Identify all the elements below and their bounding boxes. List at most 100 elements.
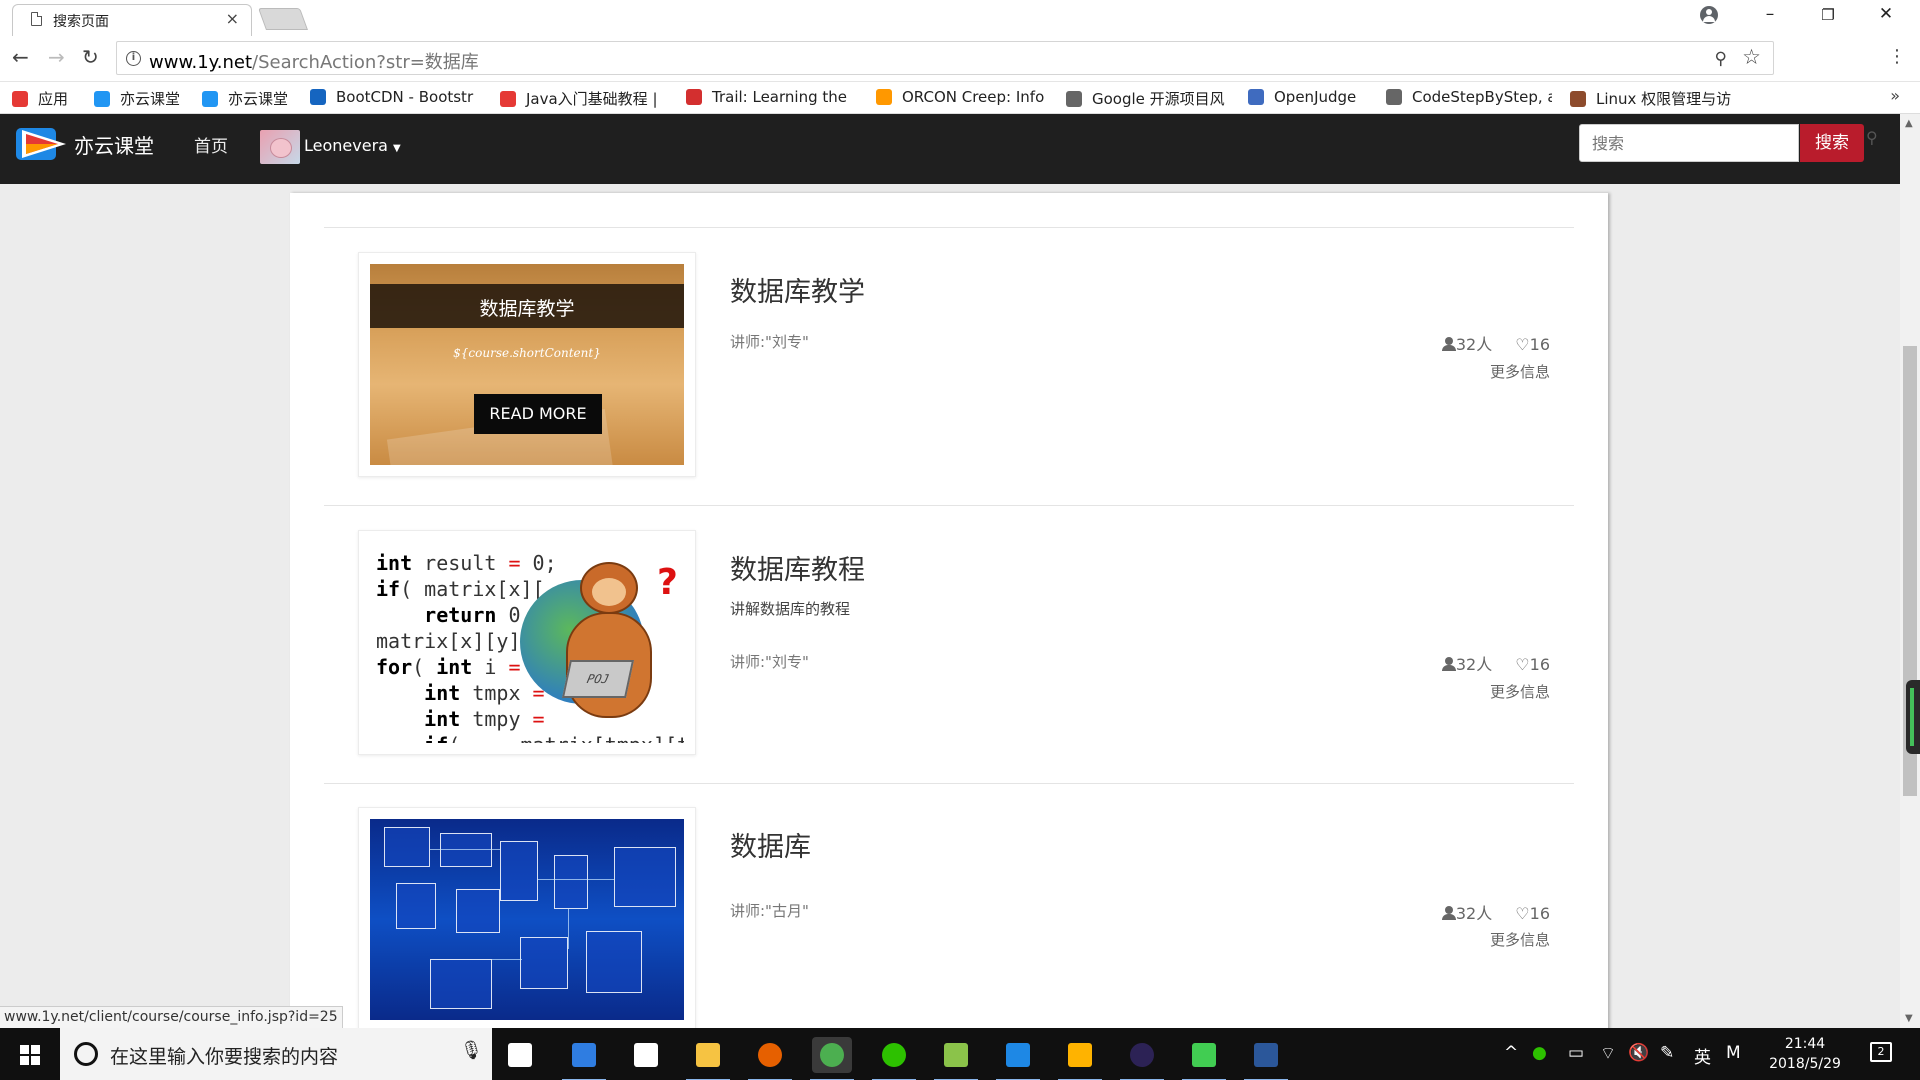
address-bar[interactable]: i www.1y.net/SearchAction?str=数据库 ⚲ ☆ [116,41,1774,75]
er-link-line [538,879,614,880]
firefox-icon[interactable] [748,1037,792,1080]
scroll-up-arrow-icon[interactable]: ▲ [1905,118,1913,129]
nav-home-link[interactable]: 首页 [194,132,228,157]
course-stats: 32人 ♡16 [1441,331,1550,355]
course-thumbnail-image[interactable]: 数据库教学 ${course.shortContent} READ MORE [370,264,684,465]
more-info-link[interactable]: 更多信息 [1490,361,1550,382]
new-tab-button[interactable] [257,8,309,30]
page-scrollbar[interactable]: ▲ ▼ [1900,114,1920,1028]
wechat-icon[interactable] [872,1037,916,1080]
taskbar-clock[interactable]: 21:44 2018/5/29 [1760,1034,1850,1074]
reload-icon[interactable]: ↻ [82,45,99,69]
file-explorer-icon[interactable] [686,1037,730,1080]
bookmarks-overflow-icon[interactable]: » [1890,86,1900,105]
yiyun-logo-icon [94,91,110,107]
more-info-link[interactable]: 更多信息 [1490,929,1550,950]
bookmark-item[interactable]: Linux 权限管理与访 [1570,88,1750,108]
wifi-icon[interactable]: ⌔ [1600,1043,1616,1064]
battery-icon[interactable]: ▭ [1568,1043,1584,1063]
minimize-button[interactable]: – [1742,4,1798,24]
bookmark-item[interactable]: BootCDN - Bootstr [310,88,482,108]
forward-arrow-icon[interactable]: → [48,45,65,69]
browser-titlebar: 搜索页面 × – ❐ ✕ [0,0,1920,36]
bookmark-item[interactable]: 亦云课堂 [202,88,302,108]
devcpp-icon[interactable] [996,1037,1040,1080]
taskbar-search-placeholder[interactable]: 在这里输入你要搜索的内容 [110,1042,338,1069]
eclipse-icon[interactable] [1120,1037,1164,1080]
volume-muted-icon[interactable]: 🔇 [1628,1043,1649,1063]
cortana-icon[interactable] [74,1042,98,1066]
browser-menu-icon[interactable]: ⋮ [1888,46,1906,67]
user-menu-toggle[interactable]: Leonevera ▼ [304,136,401,155]
bookmark-item[interactable]: Java入门基础教程 | [500,88,670,108]
heart-icon[interactable]: ♡ [1515,655,1529,674]
tray-expand-icon[interactable]: ^ [1504,1043,1518,1063]
account-icon[interactable] [1700,6,1718,24]
bookmark-item[interactable]: CodeStepByStep, a [1386,88,1552,108]
er-table-shape [440,833,492,867]
word-icon[interactable] [1244,1037,1288,1080]
url-text[interactable]: www.1y.net/SearchAction?str=数据库 [149,48,479,74]
wechat-tray-icon[interactable]: ● [1532,1043,1547,1063]
heart-icon[interactable]: ♡ [1515,904,1529,923]
edge-icon[interactable] [562,1037,606,1080]
action-center-icon[interactable]: 2 [1870,1042,1892,1062]
qt-icon[interactable] [1182,1037,1226,1080]
tab-close-button[interactable]: × [226,9,239,28]
course-thumbnail-image[interactable] [370,819,684,1020]
course-stats: 32人 ♡16 [1441,900,1550,924]
course-teacher: 讲师:"刘专" [730,333,809,351]
course-title[interactable]: 数据库教程 [730,548,865,587]
restore-button[interactable]: ❐ [1800,6,1856,24]
course-thumbnail-image[interactable]: int result = 0; if( matrix[x][ return 0 … [370,542,684,743]
scroll-down-arrow-icon[interactable]: ▼ [1905,1013,1913,1024]
avatar[interactable] [260,130,300,164]
ime-language[interactable]: 英 [1694,1043,1711,1068]
ime-mode[interactable]: M [1726,1043,1741,1063]
side-widget-handle[interactable] [1906,680,1920,754]
bookmark-item[interactable]: 应用 [12,88,82,108]
poj-laptop-illustration: POJ [561,660,635,698]
bookmark-item[interactable]: ORCON Creep: Info [876,88,1052,108]
pen-icon[interactable]: ✎ [1660,1043,1674,1063]
course-thumbnail[interactable]: 数据库教学 ${course.shortContent} READ MORE [358,252,696,477]
taskbar-search-box[interactable]: 在这里输入你要搜索的内容 🎙 [60,1028,492,1080]
site-logo-text[interactable]: 亦云课堂 [74,130,154,159]
like-count: 16 [1529,904,1550,923]
course-title[interactable]: 数据库教学 [730,270,865,309]
bookmark-item[interactable]: OpenJudge [1248,88,1366,108]
student-count: 32人 [1455,335,1493,354]
bookmark-star-icon[interactable]: ☆ [1742,45,1761,69]
course-title[interactable]: 数据库 [730,825,811,864]
er-table-shape [554,855,588,909]
course-card: 数据库 讲师:"古月" 32人 ♡16 更多信息 [290,807,1608,1047]
sandbox-icon[interactable] [1058,1037,1102,1080]
browser-tab-active[interactable]: 搜索页面 × [12,4,252,36]
site-search-button[interactable]: 搜索 [1800,124,1864,162]
course-thumbnail[interactable] [358,807,696,1032]
sticky-notes-glyph [634,1043,658,1067]
read-more-button[interactable]: READ MORE [474,394,602,434]
chrome-icon[interactable] [810,1037,854,1080]
info-icon[interactable]: i [126,51,141,66]
back-arrow-icon[interactable]: ← [12,45,29,69]
heart-icon[interactable]: ♡ [1515,335,1529,354]
more-info-link[interactable]: 更多信息 [1490,681,1550,702]
bookmark-item[interactable]: Google 开源项目风 [1066,88,1232,108]
er-table-shape [384,827,430,867]
oracle-icon [686,89,702,105]
windows-start-icon[interactable] [20,1045,40,1065]
zoom-icon[interactable]: ⚲ [1715,49,1727,69]
bookmark-label: 应用 [38,90,69,108]
yiyun-logo-icon[interactable] [16,126,68,162]
site-search-input[interactable] [1579,124,1799,162]
sandbox-glyph [1068,1043,1092,1067]
bookmark-item[interactable]: 亦云课堂 [94,88,194,108]
sticky-notes-icon[interactable] [626,1037,666,1073]
microphone-icon[interactable]: 🎙 [460,1040,483,1061]
image-viewer-icon[interactable] [934,1037,978,1080]
close-window-button[interactable]: ✕ [1858,4,1914,24]
bookmark-item[interactable]: Trail: Learning the [686,88,862,108]
course-thumbnail[interactable]: int result = 0; if( matrix[x][ return 0 … [358,530,696,755]
task-view-icon[interactable] [500,1037,540,1073]
